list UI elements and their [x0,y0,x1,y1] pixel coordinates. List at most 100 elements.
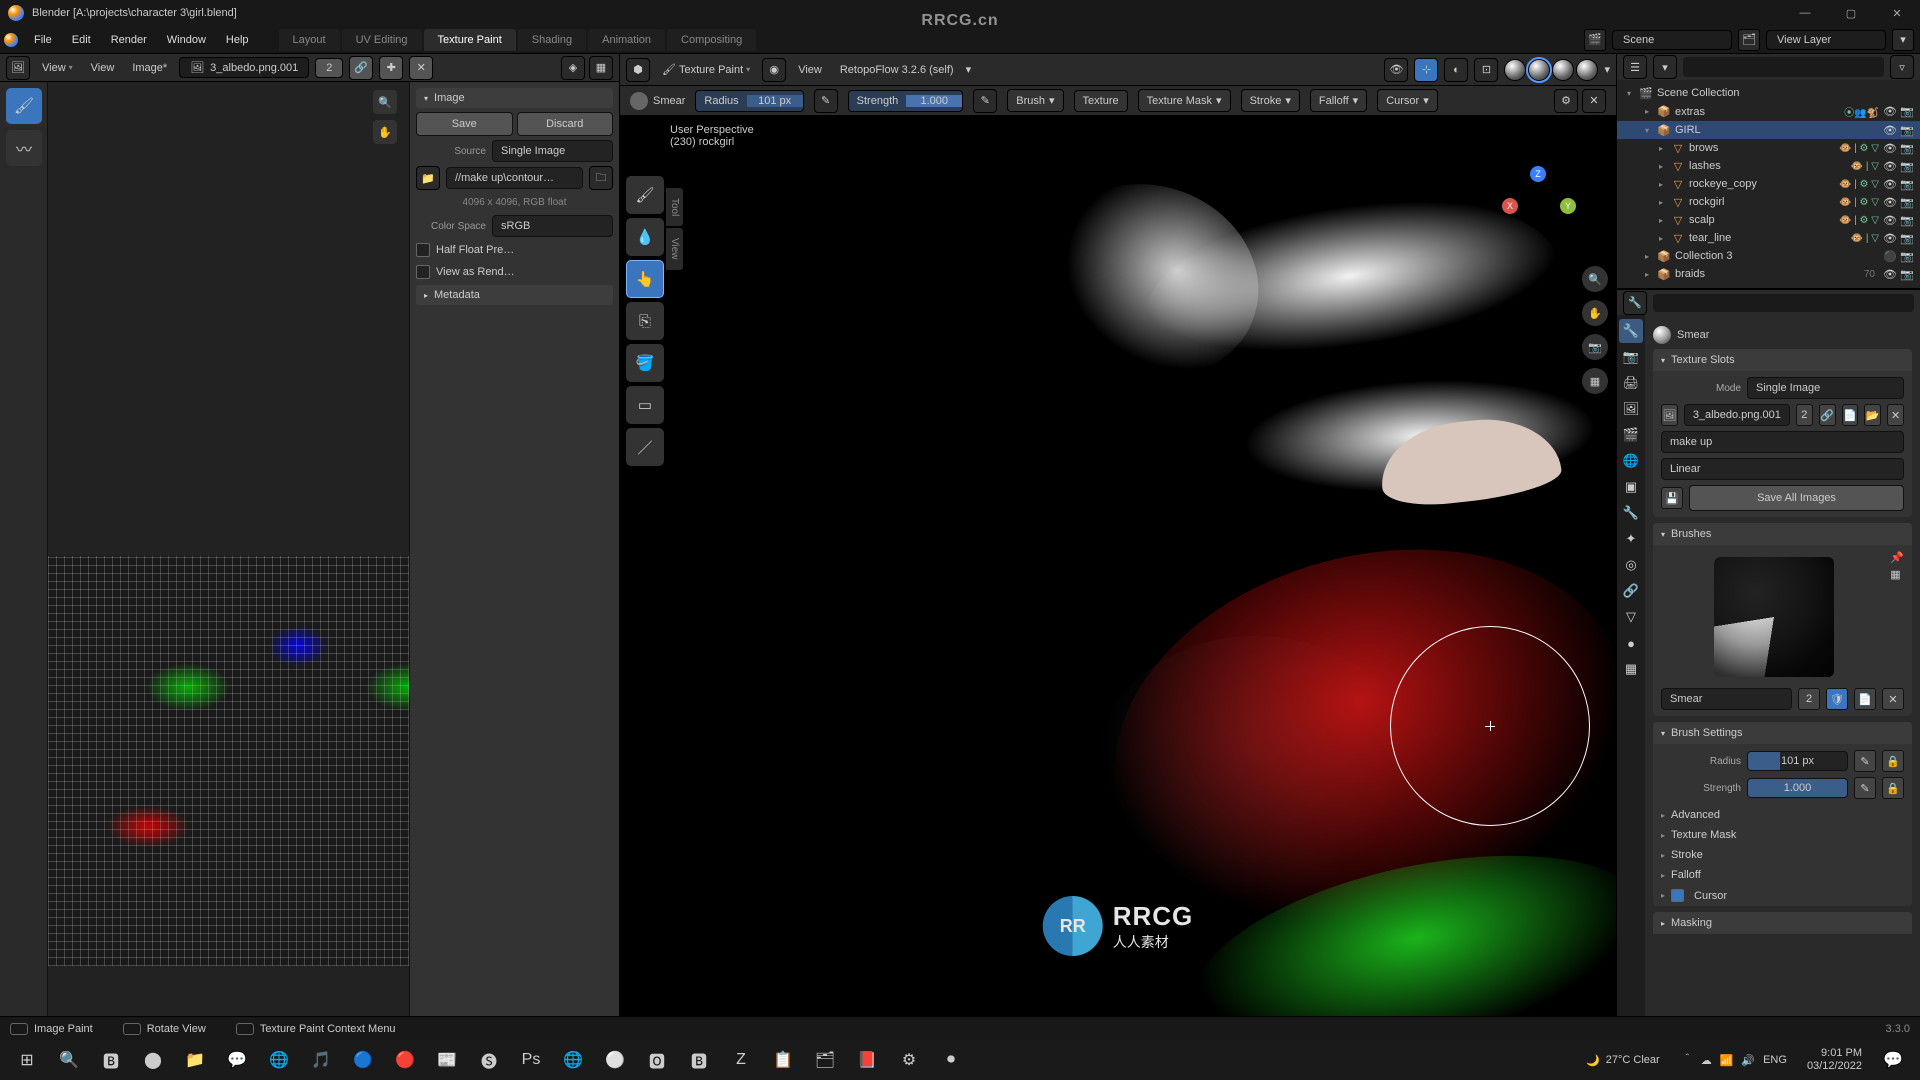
image-new-icon[interactable]: ✚ [379,56,403,80]
image-selector[interactable]: 🖼 3_albedo.png.001 [179,57,309,78]
outliner-item[interactable]: ▸📦extras⦿👥🐒👁📷 [1617,102,1920,121]
app-acrobat-icon[interactable]: 📕 [848,1041,886,1079]
browse-icon[interactable]: 🗀 [589,166,613,190]
start-icon[interactable]: ⊞ [8,1041,46,1079]
brush-grid-icon[interactable]: ▦ [1890,568,1904,581]
ptab-modifier-icon[interactable]: 🔧 [1619,501,1643,525]
app-generic-4-icon[interactable]: 🔴 [386,1041,424,1079]
sub-stroke[interactable]: ▸Stroke [1653,845,1912,865]
app-obs-icon[interactable]: ⏺ [932,1041,970,1079]
outliner-type-icon[interactable]: ☰ [1623,55,1647,79]
outliner-item[interactable]: ▸▽scalp🐵 | ⚙ ▽👁📷 [1617,211,1920,229]
texturemask-dropdown[interactable]: Texture Mask▾ [1138,89,1231,112]
slot-open-icon[interactable]: 📂 [1864,404,1881,426]
scene-field[interactable]: Scene [1612,30,1732,50]
axis-y[interactable]: Y [1560,198,1576,214]
ptab-data-icon[interactable]: ▽ [1619,605,1643,629]
shade-solid-icon[interactable] [1528,59,1550,81]
shade-rendered-icon[interactable] [1576,59,1598,81]
ptab-tool-icon[interactable]: 🔧 [1619,319,1643,343]
window-maximize[interactable]: ▢ [1828,0,1874,26]
sub-texturemask[interactable]: ▸Texture Mask [1653,825,1912,845]
outliner-item[interactable]: ▸▽rockgirl🐵 | ⚙ ▽👁📷 [1617,193,1920,211]
image-users[interactable]: 2 [315,58,343,78]
slot-image-name[interactable]: 3_albedo.png.001 [1684,404,1790,426]
window-minimize[interactable]: — [1782,0,1828,26]
outliner-item[interactable]: ▸▽tear_line🐵 | ▽👁📷 [1617,229,1920,247]
uv-canvas[interactable]: 🔍 ✋ [48,82,409,1016]
nav-persp-icon[interactable]: ▦ [1582,368,1608,394]
tab-texturepaint[interactable]: Texture Paint [424,29,516,51]
image-link-icon[interactable]: 🔗 [349,56,373,80]
sub-falloff[interactable]: ▸Falloff [1653,865,1912,885]
outliner-scene-collection[interactable]: ▾🎬Scene Collection [1617,84,1920,102]
app-zbrush-icon[interactable]: Z [722,1041,760,1079]
tab-uvediting[interactable]: UV Editing [342,29,422,51]
window-close[interactable]: ✕ [1874,0,1920,26]
ptab-render-icon[interactable]: 📷 [1619,345,1643,369]
app-generic-3-icon[interactable]: 🔵 [344,1041,382,1079]
app-chrome-icon[interactable]: 🌐 [554,1041,592,1079]
axis-x[interactable]: X [1502,198,1518,214]
app-generic-5-icon[interactable]: 📰 [428,1041,466,1079]
brush-del-icon[interactable]: ✕ [1882,688,1904,710]
viewport-mode[interactable]: 🖌 Texture Paint▾ [656,60,756,79]
app-blender-2-icon[interactable]: 🅱 [680,1041,718,1079]
ptab-object-icon[interactable]: ▣ [1619,475,1643,499]
ptab-constraint-icon[interactable]: 🔗 [1619,579,1643,603]
axis-z[interactable]: Z [1530,166,1546,182]
props-type-icon[interactable]: 🔧 [1623,291,1647,315]
3d-viewport[interactable]: User Perspective (230) rockgirl 🖌 💧 👆 ⎘ … [620,116,1616,1016]
stroke-dropdown[interactable]: Stroke▾ [1241,89,1300,112]
strength-slider[interactable]: Strength1.000 [848,90,964,112]
app-settings-icon[interactable]: ⚙ [890,1041,928,1079]
brush-fake-user-icon[interactable]: 🛡 [1826,688,1848,710]
menu-window[interactable]: Window [157,30,216,50]
strength-pen-icon[interactable]: ✎ [973,89,997,113]
viewlayer-icon[interactable]: 🗂 [1738,29,1760,51]
brush-preview[interactable] [1714,557,1834,677]
tool-draw-icon[interactable]: 🖌 [626,176,664,214]
retopoflow-menu[interactable]: RetopoFlow 3.2.6 (self) [834,61,960,79]
slot-new-icon[interactable]: 📄 [1842,404,1859,426]
app-generic-1-icon[interactable]: ⬤ [134,1041,172,1079]
brush-settings-header[interactable]: ▾Brush Settings [1653,722,1912,744]
ptab-output-icon[interactable]: 🖨 [1619,371,1643,395]
viewport-editor-icon[interactable]: ⬢ [626,58,650,82]
image-discard-button[interactable]: Discard [517,112,614,136]
slot-users[interactable]: 2 [1796,404,1813,426]
image-save-button[interactable]: Save [416,112,513,136]
tab-animation[interactable]: Animation [588,29,665,51]
shade-wire-icon[interactable] [1504,59,1526,81]
bs-strength-slider[interactable]: 1.000 [1747,778,1848,798]
view-menu[interactable]: View [792,61,828,79]
slot-link-icon[interactable]: 🔗 [1819,404,1836,426]
ptab-viewlayer-icon[interactable]: 🖼 [1619,397,1643,421]
gizmo-icon[interactable]: ⊹ [1414,58,1438,82]
uvmap-select[interactable]: make up [1661,431,1904,453]
menu-help[interactable]: Help [216,30,259,50]
bs-radius-slider[interactable]: 101 px [1747,751,1848,771]
taskbar-clock[interactable]: 9:01 PM 03/12/2022 [1799,1047,1870,1073]
tool-clone-icon[interactable]: ⎘ [626,302,664,340]
tab-layout[interactable]: Layout [279,29,340,51]
search-icon[interactable]: 🔍 [50,1041,88,1079]
uv-pan-icon[interactable]: ✋ [373,120,397,144]
tab-shading[interactable]: Shading [518,29,586,51]
props-search[interactable] [1653,294,1914,312]
tool-settings-icon[interactable]: ⚙ [1554,89,1578,113]
outliner-item[interactable]: ▸▽rockeye_copy🐵 | ⚙ ▽👁📷 [1617,175,1920,193]
taskbar-weather[interactable]: 🌙27°C Clear [1576,1054,1670,1067]
sub-cursor[interactable]: ▸Cursor [1653,885,1912,906]
bs-strength-pen-icon[interactable]: ✎ [1854,777,1876,799]
falloff-dropdown[interactable]: Falloff▾ [1310,89,1367,112]
menu-file[interactable]: File [24,30,62,50]
app-generic-9-icon[interactable]: 🗂 [806,1041,844,1079]
brushes-header[interactable]: ▾Brushes [1653,523,1912,545]
nav-camera-icon[interactable]: 📷 [1582,334,1608,360]
ptab-scene-icon[interactable]: 🎬 [1619,423,1643,447]
tool-brush-icon[interactable]: 🖌 [6,88,42,124]
tool-smear-icon[interactable]: 〰 [6,130,42,166]
outliner-search[interactable] [1683,57,1884,77]
ptab-particles-icon[interactable]: ✦ [1619,527,1643,551]
